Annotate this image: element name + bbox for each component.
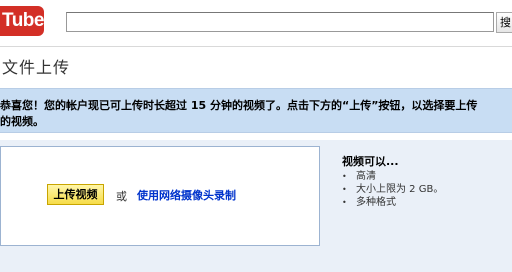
header-divider	[0, 46, 512, 47]
notice-text-line2: 的视频。	[0, 115, 44, 128]
info-item: 大小上限为 2 GB。	[342, 183, 443, 196]
search-input[interactable]	[66, 12, 494, 32]
info-title: 视频可以...	[342, 155, 399, 168]
or-label: 或	[116, 190, 127, 203]
notice-text-line1: 恭喜您！您的帐户现已可上传时长超过 15 分钟的视频了。点击下方的“上传”按钮，…	[0, 99, 478, 112]
logo-text: Tube	[2, 10, 44, 31]
info-item: 高清	[342, 170, 443, 183]
upload-video-button[interactable]: 上传视频	[47, 184, 104, 205]
youtube-logo[interactable]: Tube	[0, 6, 44, 36]
page-title: 文件上传	[2, 58, 71, 77]
webcam-record-link[interactable]: 使用网络摄像头录制	[137, 187, 236, 203]
info-list: 高清 大小上限为 2 GB。 多种格式	[342, 170, 443, 209]
notice-banner: 恭喜您！您的帐户现已可上传时长超过 15 分钟的视频了。点击下方的“上传”按钮，…	[0, 88, 512, 133]
search-button[interactable]: 搜	[496, 12, 512, 33]
info-item: 多种格式	[342, 196, 443, 209]
